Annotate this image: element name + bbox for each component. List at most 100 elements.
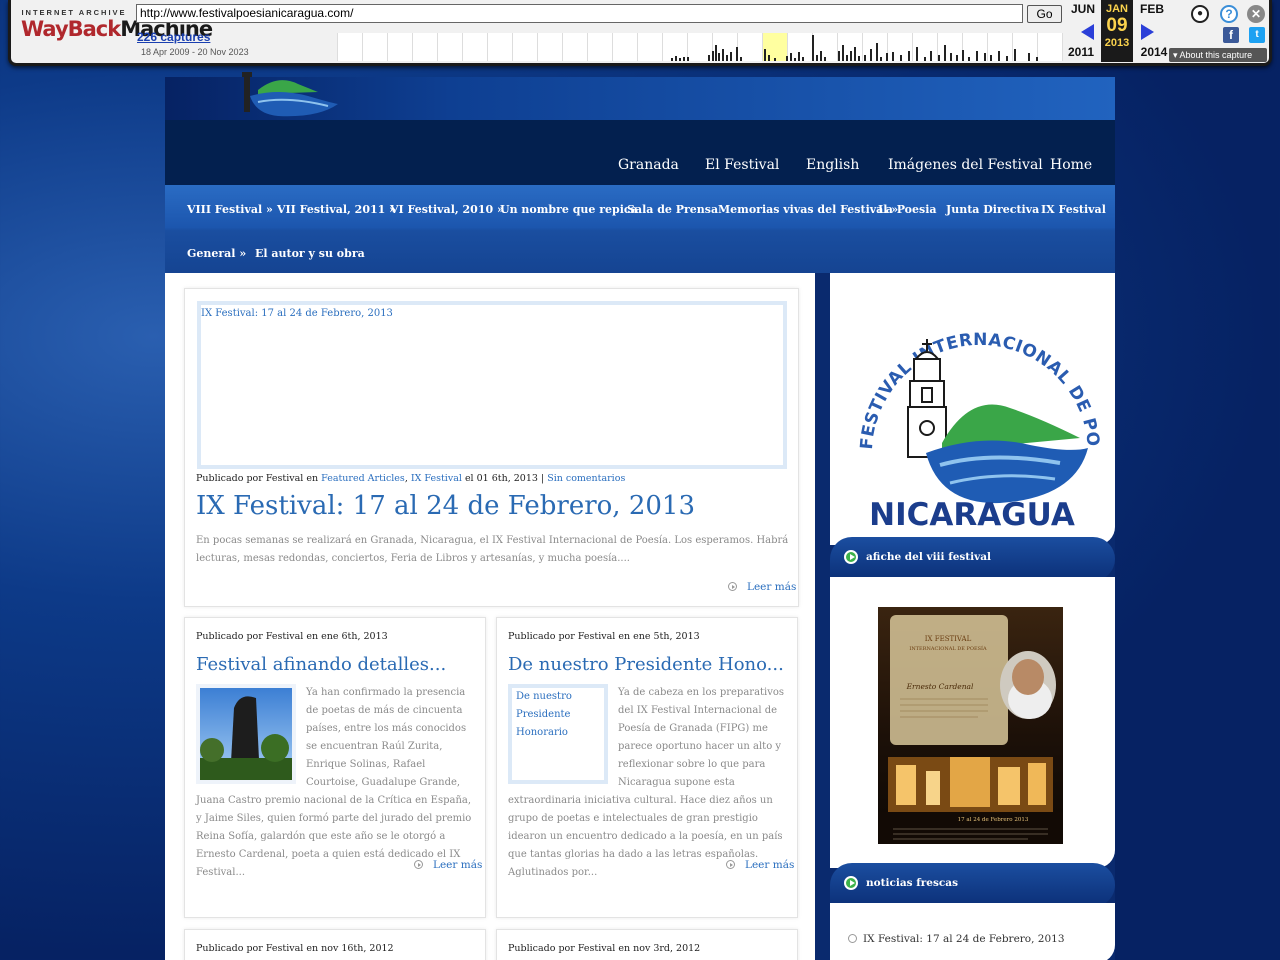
post-title[interactable]: De nuestro Presidente Hono... xyxy=(508,654,784,675)
nav-granada[interactable]: Granada xyxy=(618,157,679,173)
read-more-icon xyxy=(726,860,735,869)
nav-home[interactable]: Home xyxy=(1050,157,1092,173)
post-meta: Publicado por Festival en nov 16th, 2012 xyxy=(196,943,394,954)
nav-im-genes-del-festival[interactable]: Imágenes del Festival xyxy=(888,157,1043,173)
facebook-icon[interactable]: f xyxy=(1223,27,1239,43)
festival-logo[interactable]: FESTIVAL INTERNACIONAL DE POESIA DE GRAN… xyxy=(823,258,1115,545)
subnav-la-poesia[interactable]: La Poesia xyxy=(878,203,937,216)
nav-english[interactable]: English xyxy=(806,157,859,173)
sparkline-bar xyxy=(908,51,910,61)
sparkline-bar xyxy=(812,35,814,61)
sparkline-year-column[interactable] xyxy=(488,33,513,61)
subnav-junta-directiva[interactable]: Junta Directiva xyxy=(946,203,1039,216)
wayback-url-input[interactable]: http://www.festivalpoesianicaragua.com/ xyxy=(136,4,1023,23)
sparkline-bar xyxy=(900,55,902,61)
featured-image[interactable]: IX Festival: 17 al 24 de Febrero, 2013 xyxy=(197,301,787,469)
wayback-toolbar: INTERNET ARCHIVE WayBackMachine http://w… xyxy=(8,0,1272,66)
widget-poster-body: IX FESTIVAL INTERNACIONAL DE POESÍA Erne… xyxy=(830,577,1115,868)
sparkline-year-column[interactable] xyxy=(388,33,413,61)
sparkline-bar xyxy=(708,55,710,61)
sparkline-year-column[interactable] xyxy=(1013,33,1038,61)
post-read-more[interactable]: Leer más xyxy=(414,859,482,871)
sparkline-bar xyxy=(850,51,852,61)
category-featured-articles-link[interactable]: Featured Articles xyxy=(321,473,405,484)
widget-poster-header: afiche del viii festival xyxy=(830,537,1115,581)
wayback-logo[interactable]: INTERNET ARCHIVE WayBackMachine xyxy=(21,8,213,41)
sparkline-year-column[interactable] xyxy=(463,33,488,61)
sparkline-bar xyxy=(924,57,926,61)
subnav-memorias-vivas-del-festival[interactable]: Memorias vivas del Festival » xyxy=(718,203,898,216)
sparkline-bar xyxy=(976,51,978,61)
sparkline-bar xyxy=(876,43,878,61)
post-title[interactable]: Festival afinando detalles... xyxy=(196,654,446,675)
wayback-go-button[interactable]: Go xyxy=(1027,5,1062,23)
about-capture-button[interactable]: ▾ About this capture xyxy=(1169,48,1267,62)
sparkline-bar xyxy=(990,55,992,61)
poster-line1: IX FESTIVAL xyxy=(925,635,972,643)
post-read-more[interactable]: Leer más xyxy=(726,859,794,871)
sparkline-bar xyxy=(675,56,677,61)
sparkline-bar xyxy=(730,52,732,61)
sparkline-bar xyxy=(956,55,958,61)
sparkline-year-column[interactable] xyxy=(413,33,438,61)
excerpt-float-spacer xyxy=(508,684,618,784)
sparkline-bar xyxy=(886,53,888,61)
news-item[interactable]: IX Festival: 17 al 24 de Febrero, 2013 xyxy=(848,933,1065,945)
sparkline-bar xyxy=(712,51,714,61)
sparkline-bar xyxy=(838,51,840,61)
post-read-more-label: Leer más xyxy=(433,859,483,871)
featured-image-alt: IX Festival: 17 al 24 de Febrero, 2013 xyxy=(201,308,393,319)
subnav-general[interactable]: General » xyxy=(187,247,246,260)
wayback-logo-top: INTERNET ARCHIVE xyxy=(21,8,127,17)
wayback-next-arrow-icon[interactable] xyxy=(1141,24,1154,40)
wayback-prev-arrow-icon[interactable] xyxy=(1081,24,1094,40)
featured-meta-prefix: Publicado por Festival en xyxy=(196,473,319,484)
sparkline-bar xyxy=(687,57,689,61)
sparkline-year-column[interactable] xyxy=(763,33,788,61)
sparkline-year-column[interactable] xyxy=(538,33,563,61)
subnav-el-autor-y-su-obra[interactable]: El autor y su obra xyxy=(255,247,365,260)
subnav-vi-festival-2010[interactable]: VI Festival, 2010 » xyxy=(390,203,504,216)
close-icon[interactable]: ✕ xyxy=(1247,5,1265,23)
sparkline-bar xyxy=(950,53,952,61)
sparkline-year-column[interactable] xyxy=(613,33,638,61)
subnav-un-nombre-que-repica[interactable]: Un nombre que repica xyxy=(500,203,638,216)
sparkline-bar xyxy=(774,58,776,61)
wayback-captures-link[interactable]: 226 captures xyxy=(137,30,210,44)
subnav-sala-de-prensa[interactable]: Sala de Prensa xyxy=(627,203,718,216)
about-capture-label: About this capture xyxy=(1179,50,1253,60)
user-account-icon[interactable]: ● xyxy=(1191,5,1209,23)
twitter-icon[interactable]: t xyxy=(1249,27,1265,43)
read-more-icon xyxy=(728,582,737,591)
sparkline-bar xyxy=(892,52,894,61)
sparkline-bar xyxy=(916,47,918,61)
nav-el-festival[interactable]: El Festival xyxy=(705,157,779,173)
post-card: Publicado por Festival en nov 3rd, 2012 xyxy=(496,929,798,960)
wayback-logo-word1: WayBack xyxy=(21,17,121,41)
festival-poster[interactable]: IX FESTIVAL INTERNACIONAL DE POESÍA Erne… xyxy=(878,607,1063,844)
subnav-viii-festival[interactable]: VIII Festival » xyxy=(187,203,273,216)
subnav-vii-festival-2011[interactable]: VII Festival, 2011 » xyxy=(277,203,396,216)
wayback-sparkline[interactable] xyxy=(337,33,1063,61)
sparkline-year-column[interactable] xyxy=(438,33,463,61)
sparkline-bar xyxy=(726,55,728,61)
featured-title[interactable]: IX Festival: 17 al 24 de Febrero, 2013 xyxy=(196,491,695,521)
featured-read-more[interactable]: Leer más xyxy=(728,581,796,593)
sparkline-year-column[interactable] xyxy=(513,33,538,61)
sparkline-year-column[interactable] xyxy=(588,33,613,61)
sparkline-year-column[interactable] xyxy=(338,33,363,61)
sparkline-year-column[interactable] xyxy=(363,33,388,61)
site-header-logo[interactable] xyxy=(238,68,348,120)
post-card: Publicado por Festival en nov 16th, 2012 xyxy=(184,929,486,960)
sparkline-bar xyxy=(816,55,818,61)
featured-comments-link[interactable]: Sin comentarios xyxy=(547,473,625,484)
primary-nav: Granada El Festival English Imágenes del Fe… xyxy=(165,120,1115,185)
category-ix-festival-link[interactable]: IX Festival xyxy=(411,473,462,484)
help-icon[interactable]: ? xyxy=(1220,5,1238,23)
sparkline-year-column[interactable] xyxy=(563,33,588,61)
subnav-ix-festival[interactable]: IX Festival xyxy=(1041,203,1106,216)
wayback-logo-main: WayBackMachine xyxy=(21,17,213,41)
sparkline-year-column[interactable] xyxy=(638,33,663,61)
sparkline-bar xyxy=(984,53,986,61)
sparkline-year-column[interactable] xyxy=(1038,33,1063,61)
